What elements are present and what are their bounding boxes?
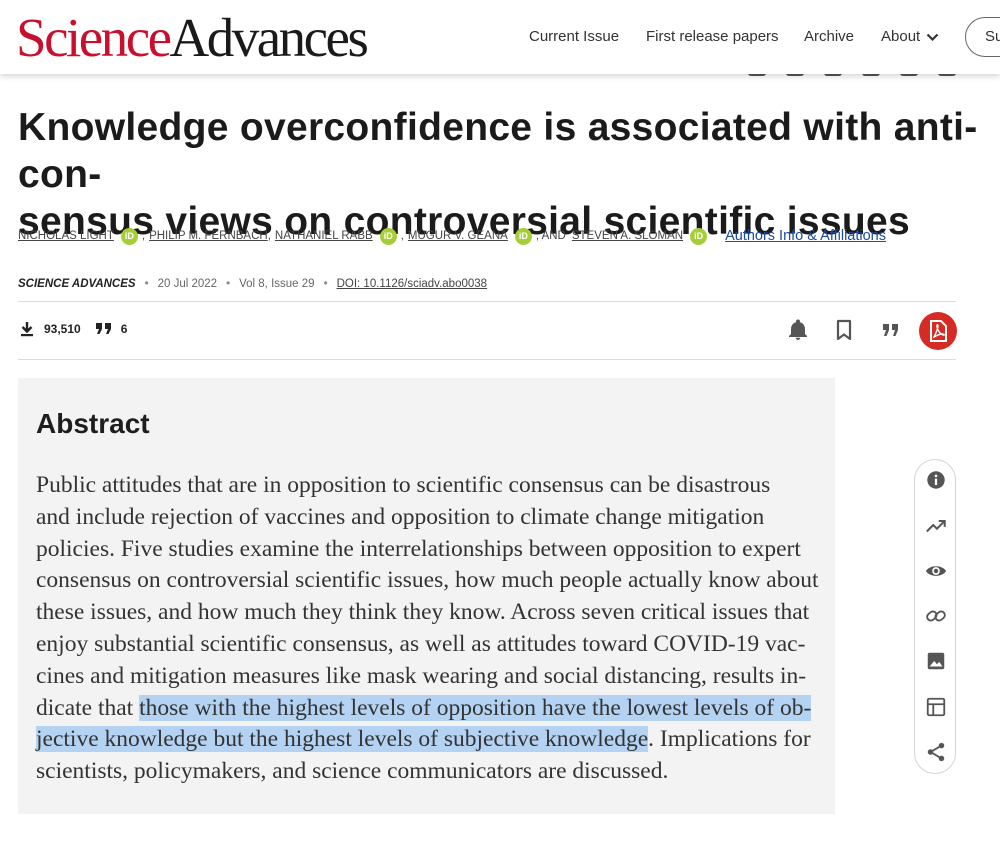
divider — [18, 359, 956, 360]
author-link[interactable]: STEVEN A. SLOMAN — [572, 230, 683, 242]
eye-icon[interactable] — [925, 560, 947, 582]
abstract-line: jective knowledge but the highest levels… — [36, 724, 826, 756]
doi-link[interactable]: DOI: 10.1126/sciadv.abo0038 — [337, 278, 487, 290]
abstract-text-selection: those with the highest levels of opposit… — [139, 694, 812, 721]
abstract-line: consensus on controversial scientific is… — [36, 567, 819, 594]
bell-icon[interactable] — [786, 318, 810, 342]
abstract-text-selection: jective knowledge but the highest levels… — [36, 726, 649, 753]
abstract-line: scientists, policymakers, and science co… — [36, 758, 669, 785]
chevron-down-icon — [926, 33, 939, 41]
article-side-toolbar — [914, 459, 956, 774]
author-link[interactable]: NATHANIEL RABB — [275, 230, 373, 242]
abstract-line: and include rejection of vaccines and op… — [36, 503, 765, 530]
abstract-heading: Abstract — [36, 408, 150, 439]
link-icon[interactable] — [925, 605, 947, 627]
cite-icon[interactable] — [879, 318, 903, 342]
article-metrics: 93,510 6 — [18, 320, 127, 338]
download-icon — [21, 322, 33, 337]
abstract-line: cines and mitigation measures like mask … — [36, 662, 807, 689]
article-title: Knowledge overconfidence is associated w… — [18, 104, 978, 245]
site-logo[interactable]: ScienceAdvances — [16, 7, 369, 68]
logo-advances-text: Advances — [169, 7, 369, 68]
meta-separator: • — [144, 278, 149, 290]
site-header: ScienceAdvances Current Issue First rele… — [0, 0, 1000, 74]
table-icon[interactable] — [925, 696, 947, 718]
orcid-icon[interactable]: iD — [690, 227, 708, 245]
download-count: 93,510 — [44, 322, 81, 336]
abstract-text-plain: . Implications for — [648, 726, 811, 753]
subscribe-button[interactable]: Su — [965, 17, 1000, 57]
abstract-line: dicate that those with the highest level… — [36, 693, 826, 725]
volume-issue[interactable]: Vol 8, Issue 29 — [239, 278, 314, 290]
share-icon[interactable] — [925, 741, 947, 763]
abstract-line: policies. Five studies examine the inter… — [36, 535, 801, 562]
author-separator: , — [141, 230, 146, 242]
trending-icon[interactable] — [925, 515, 947, 537]
nav-about-label: About — [881, 28, 921, 45]
nav-first-release-papers[interactable]: First release papers — [646, 28, 779, 45]
bookmark-icon[interactable] — [832, 318, 856, 342]
nav-about[interactable]: About — [881, 28, 939, 45]
citation-icon — [95, 323, 111, 334]
logo-science-text: Science — [16, 7, 172, 68]
image-icon[interactable] — [925, 650, 947, 672]
author-separator: , — [267, 230, 271, 242]
nav-archive[interactable]: Archive — [804, 28, 854, 45]
abstract-text: Public attitudes that are in opposition … — [36, 470, 826, 788]
author-link[interactable]: NICHOLAS LIGHT — [18, 230, 114, 242]
divider — [18, 301, 956, 302]
pdf-download-button[interactable] — [919, 312, 957, 350]
author-link[interactable]: MUGUR V. GEANA — [408, 230, 508, 242]
publication-date: 20 Jul 2022 — [157, 278, 218, 290]
abstract-line: Public attitudes that are in opposition … — [36, 472, 771, 498]
meta-separator: • — [226, 278, 231, 290]
abstract-text-plain: dicate that — [36, 694, 140, 721]
info-icon[interactable] — [925, 469, 947, 491]
pdf-icon — [930, 320, 947, 342]
orcid-icon[interactable]: iD — [120, 227, 138, 245]
journal-name[interactable]: SCIENCE ADVANCES — [18, 278, 136, 290]
author-separator: , — [400, 230, 404, 242]
nav-current-issue[interactable]: Current Issue — [529, 28, 619, 45]
orcid-icon[interactable]: iD — [379, 227, 397, 245]
abstract-line: enjoy substantial scientific consensus, … — [36, 630, 806, 657]
abstract-section: Abstract Public attitudes that are in op… — [18, 378, 835, 814]
abstract-line: these issues, and how much they think th… — [36, 599, 810, 626]
authors-info-affiliations-link[interactable]: Authors Info & Affiliations — [725, 228, 886, 244]
author-and-separator: , AND — [535, 230, 566, 242]
article-title-line: Knowledge overconfidence is associated w… — [18, 106, 978, 196]
author-link[interactable]: PHILIP M. FERNBACH — [149, 230, 268, 242]
author-list: NICHOLAS LIGHT iD , PHILIP M. FERNBACH ,… — [18, 226, 978, 246]
article-actions — [786, 312, 958, 350]
citation-count: 6 — [120, 322, 128, 336]
meta-separator: • — [323, 278, 328, 290]
orcid-icon[interactable]: iD — [514, 227, 532, 245]
publication-meta: SCIENCE ADVANCES • 20 Jul 2022 • Vol 8, … — [18, 278, 487, 290]
